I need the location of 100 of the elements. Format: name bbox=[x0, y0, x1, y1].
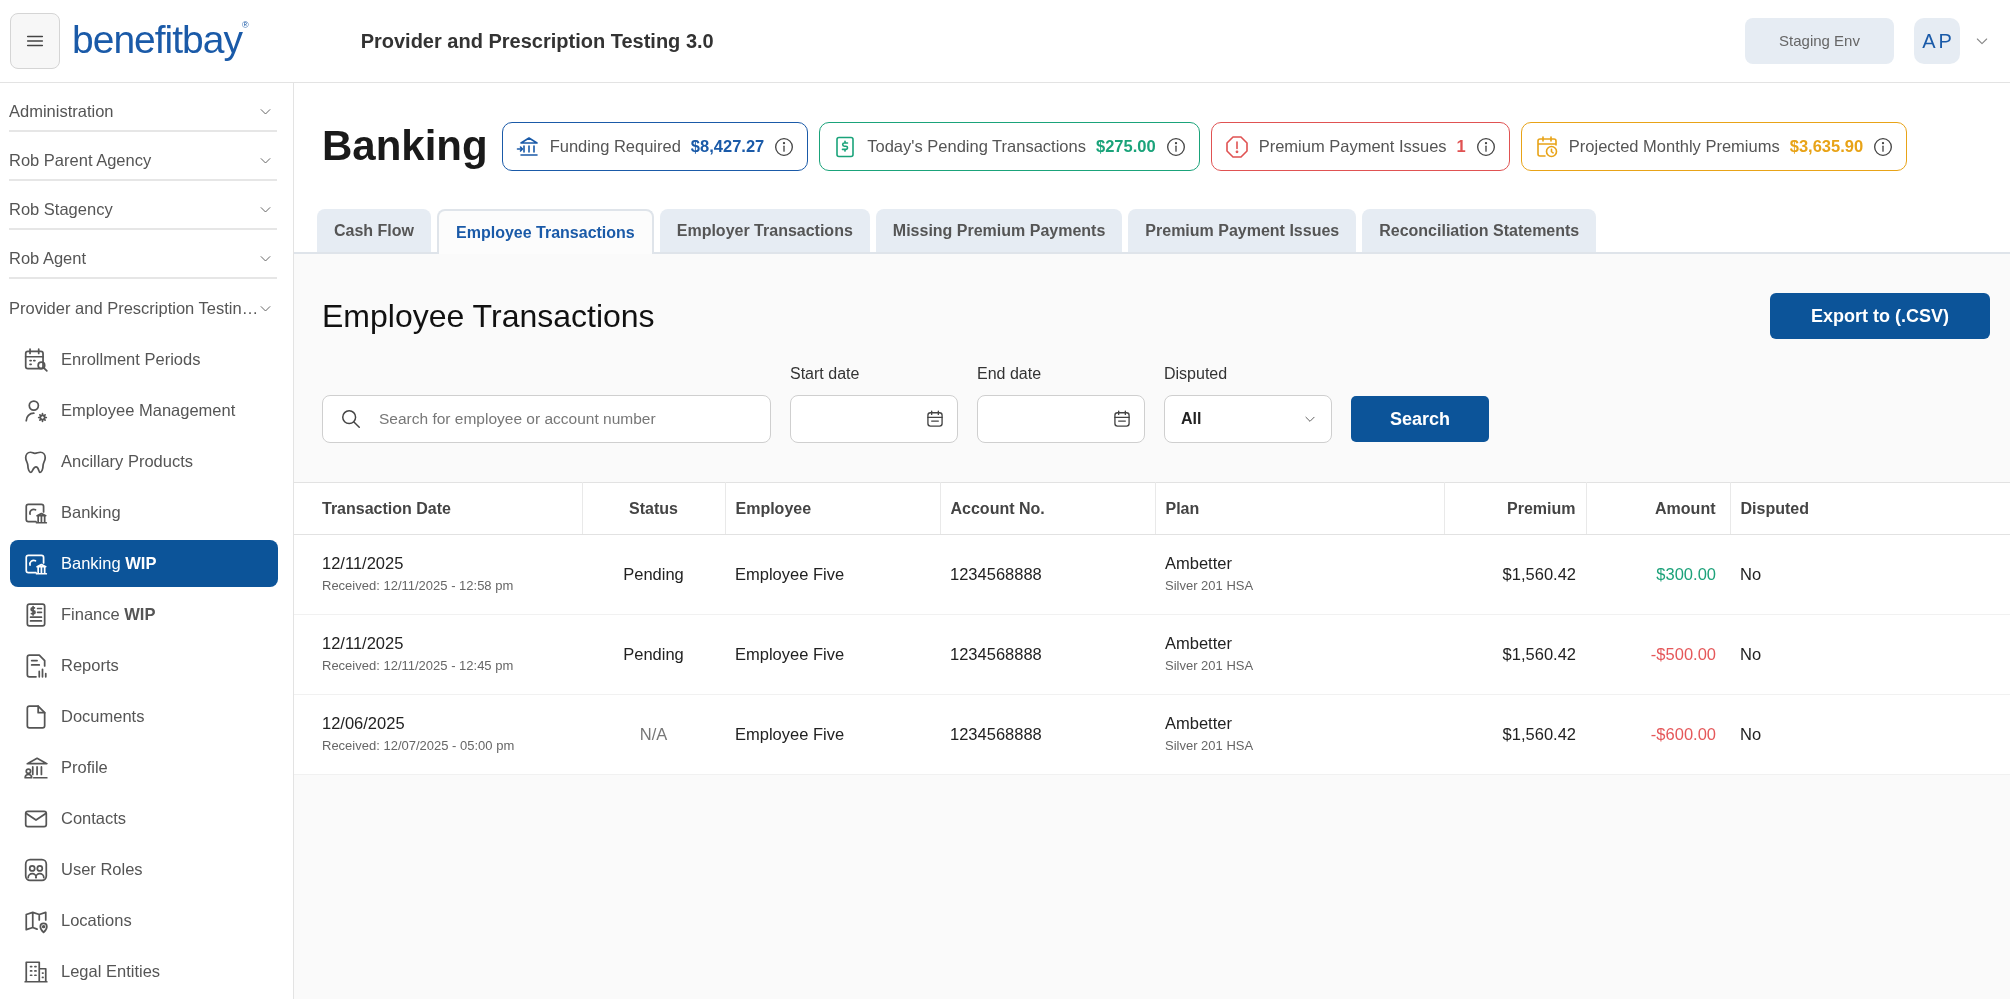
search-button[interactable]: Search bbox=[1351, 396, 1489, 442]
date-field[interactable] bbox=[977, 395, 1145, 443]
sidebar-item[interactable]: Enrollment Periods bbox=[10, 336, 278, 383]
sidebar-item[interactable]: Contacts bbox=[10, 795, 278, 842]
stat-label: Funding Required bbox=[549, 136, 681, 158]
column-header[interactable]: Amount bbox=[1586, 482, 1730, 535]
table-cell: Employee Five bbox=[725, 534, 940, 615]
bank-user-icon bbox=[23, 754, 49, 781]
section-title: Employee Transactions bbox=[322, 296, 655, 336]
field-label: Disputed bbox=[1164, 364, 1229, 384]
column-header[interactable]: Employee bbox=[725, 482, 940, 535]
stat-value: $8,427.27 bbox=[690, 136, 765, 158]
info-icon[interactable] bbox=[1873, 136, 1894, 157]
plan-detail: Silver 201 HSA bbox=[1165, 577, 1255, 596]
column-header[interactable]: Transaction Date bbox=[294, 482, 582, 535]
disputed-select[interactable]: All bbox=[1164, 395, 1332, 443]
table-cell: No bbox=[1730, 694, 2010, 775]
table-cell: Pending bbox=[582, 534, 725, 615]
column-header[interactable]: Status bbox=[582, 482, 725, 535]
info-icon[interactable] bbox=[774, 136, 795, 157]
table-cell: Employee Five bbox=[725, 694, 940, 775]
sidebar-group[interactable]: Rob Parent Agency bbox=[9, 132, 277, 181]
search-field[interactable]: Search for employee or account number bbox=[322, 395, 771, 443]
table-cell: Employee Five bbox=[725, 614, 940, 695]
table-cell: Pending bbox=[582, 614, 725, 695]
plan-name: Ambetter bbox=[1165, 713, 1233, 735]
table-cell: -$500.00 bbox=[1586, 614, 1730, 695]
table-cell: N/A bbox=[582, 694, 725, 775]
received-time: Received: 12/11/2025 - 12:45 pm bbox=[322, 657, 515, 676]
field-label: Start date bbox=[790, 364, 861, 384]
table-cell: No bbox=[1730, 614, 2010, 695]
column-header[interactable]: Premium bbox=[1444, 482, 1586, 535]
stat-label: Projected Monthly Premiums bbox=[1568, 136, 1780, 158]
received-time: Received: 12/07/2025 - 05:00 pm bbox=[322, 737, 516, 756]
sidebar-item[interactable]: Reports bbox=[10, 642, 278, 689]
stat-value: 1 bbox=[1456, 136, 1466, 158]
export-button[interactable]: Export to (.CSV) bbox=[1770, 293, 1990, 339]
received-time: Received: 12/11/2025 - 12:58 pm bbox=[322, 577, 515, 596]
table-cell: $300.00 bbox=[1586, 534, 1730, 615]
calendar-icon bbox=[1112, 409, 1132, 429]
tab[interactable]: Employee Transactions bbox=[437, 209, 654, 254]
sidebar-item[interactable]: Locations bbox=[10, 897, 278, 944]
transaction-date: 12/06/2025 bbox=[322, 713, 406, 735]
sidebar-item[interactable]: Finance WIP bbox=[10, 591, 278, 638]
transaction-date: 12/11/2025 bbox=[322, 633, 405, 655]
plan-name: Ambetter bbox=[1165, 633, 1233, 655]
sidebar-item[interactable]: Documents bbox=[10, 693, 278, 740]
building-icon bbox=[23, 958, 49, 985]
tab[interactable]: Reconciliation Statements bbox=[1362, 209, 1597, 252]
sidebar-item[interactable]: Profile bbox=[10, 744, 278, 791]
column-header[interactable]: Disputed bbox=[1730, 482, 2010, 535]
info-icon[interactable] bbox=[1475, 136, 1496, 157]
page-title: Banking bbox=[322, 123, 488, 170]
calendar-clock-icon bbox=[1534, 134, 1559, 159]
column-header[interactable]: Plan bbox=[1155, 482, 1444, 535]
sidebar-item[interactable]: Legal Entities bbox=[10, 948, 278, 995]
dollar-document-icon bbox=[23, 601, 49, 628]
sidebar-group[interactable]: Rob Agent bbox=[9, 230, 277, 279]
tab[interactable]: Premium Payment Issues bbox=[1128, 209, 1357, 252]
logo-text: benefitbay$^{®}$ bbox=[72, 19, 249, 63]
tab[interactable]: Employer Transactions bbox=[659, 209, 870, 252]
document-icon bbox=[23, 703, 49, 730]
tab[interactable]: Missing Premium Payments bbox=[875, 209, 1123, 252]
table-cell: 1234568888 bbox=[940, 534, 1155, 615]
app-title: Provider and Prescription Testing 3.0 bbox=[360, 29, 714, 54]
date-field[interactable] bbox=[790, 395, 958, 443]
sidebar-group[interactable]: Rob Stagency bbox=[9, 181, 277, 230]
tab[interactable]: Cash Flow bbox=[317, 209, 431, 252]
table-cell: $1,560.42 bbox=[1444, 694, 1586, 775]
sidebar-group[interactable]: Administration bbox=[9, 83, 277, 132]
search-icon bbox=[340, 408, 362, 430]
plan-name: Ambetter bbox=[1165, 553, 1233, 575]
table-cell: No bbox=[1730, 534, 2010, 615]
calendar-icon bbox=[925, 409, 945, 429]
sidebar-item[interactable]: Banking bbox=[10, 489, 278, 536]
avatar-button[interactable]: AP bbox=[1914, 18, 1960, 64]
info-icon[interactable] bbox=[1165, 136, 1186, 157]
menu-button[interactable] bbox=[10, 13, 60, 69]
sidebar-item[interactable]: Employee Management bbox=[10, 387, 278, 434]
calendar-search-icon bbox=[23, 346, 49, 373]
table-cell: 1234568888 bbox=[940, 694, 1155, 775]
alert-octagon-icon bbox=[1224, 134, 1249, 159]
stat-value: $3,635.90 bbox=[1789, 136, 1864, 158]
transaction-date: 12/11/2025 bbox=[322, 553, 405, 575]
bank-arrow-icon bbox=[515, 134, 540, 159]
environment-button[interactable]: Staging Env bbox=[1745, 18, 1894, 64]
sidebar-group[interactable]: Provider and Prescription Testin… bbox=[9, 279, 277, 328]
plan-detail: Silver 201 HSA bbox=[1165, 657, 1255, 676]
table-cell: -$600.00 bbox=[1586, 694, 1730, 775]
users-card-icon bbox=[23, 856, 49, 883]
chart-document-icon bbox=[23, 652, 49, 679]
column-header[interactable]: Account No. bbox=[940, 482, 1155, 535]
sidebar-item[interactable]: User Roles bbox=[10, 846, 278, 893]
sidebar-item[interactable]: Banking WIP bbox=[10, 540, 278, 587]
stat-value: $275.00 bbox=[1095, 136, 1156, 158]
stat-label: Premium Payment Issues bbox=[1258, 136, 1447, 158]
user-gear-icon bbox=[23, 397, 49, 424]
sidebar-item[interactable]: Ancillary Products bbox=[10, 438, 278, 485]
plan-detail: Silver 201 HSA bbox=[1165, 737, 1255, 756]
table-cell: $1,560.42 bbox=[1444, 534, 1586, 615]
